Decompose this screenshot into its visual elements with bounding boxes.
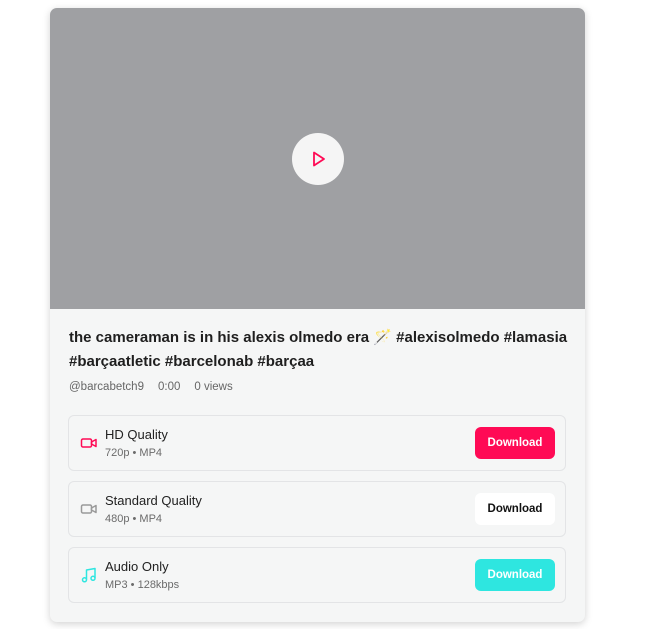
author-handle: @barcabetch9 xyxy=(69,381,144,393)
option-detail: MP3 • 128kbps xyxy=(105,579,180,591)
option-detail: 720p • MP4 xyxy=(105,447,163,459)
download-hd-button[interactable]: Download xyxy=(475,427,555,459)
option-name: Standard Quality xyxy=(105,493,202,508)
video-title: the cameraman is in his alexis olmedo er… xyxy=(69,329,568,370)
download-audio-button[interactable]: Download xyxy=(475,559,555,591)
video-duration: 0:00 xyxy=(157,381,181,393)
option-name: HD Quality xyxy=(105,427,168,442)
video-card: the cameraman is in his alexis olmedo er… xyxy=(50,8,585,622)
play-icon xyxy=(313,151,325,167)
download-option-standard: Standard Quality 480p • MP4 Download xyxy=(68,481,566,537)
video-meta: @barcabetch9 0:00 0 views xyxy=(69,381,233,393)
video-icon xyxy=(80,504,97,514)
view-count: 0 views xyxy=(194,381,233,393)
music-note-icon xyxy=(81,567,96,583)
option-name: Audio Only xyxy=(105,559,169,574)
video-player[interactable] xyxy=(50,8,585,309)
download-standard-button[interactable]: Download xyxy=(475,493,555,525)
download-option-hd: HD Quality 720p • MP4 Download xyxy=(68,415,566,471)
option-detail: 480p • MP4 xyxy=(105,513,163,525)
video-icon xyxy=(80,438,97,448)
download-option-audio: Audio Only MP3 • 128kbps Download xyxy=(68,547,566,603)
play-button[interactable] xyxy=(292,133,344,185)
